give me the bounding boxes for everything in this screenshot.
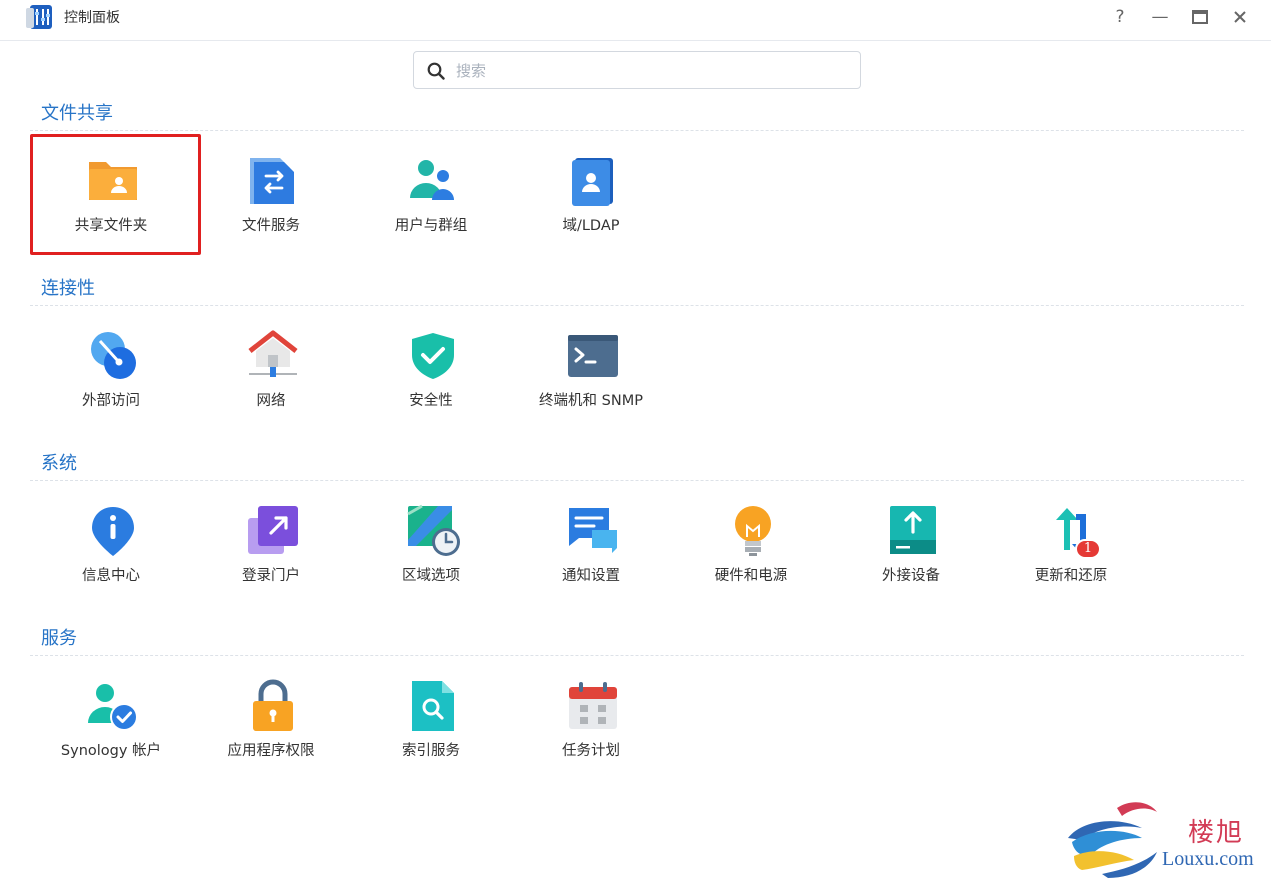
- item-label: 网络: [256, 393, 286, 409]
- item-label: 安全性: [409, 393, 453, 409]
- network-item[interactable]: 网络: [191, 319, 351, 419]
- synology-account-item[interactable]: Synology 帐户: [31, 669, 191, 769]
- app-privileges-item[interactable]: 应用程序权限: [191, 669, 351, 769]
- users-icon: [410, 160, 454, 200]
- domain-ldap-item[interactable]: 域/LDAP: [511, 144, 671, 244]
- section-title-system: 系统: [41, 453, 77, 474]
- file-transfer-icon: [250, 158, 294, 204]
- section-divider: [30, 655, 1244, 656]
- help-button[interactable]: ?: [1106, 4, 1134, 30]
- title-bar: 控制面板 ? —: [0, 0, 1271, 41]
- light-bulb-icon: [735, 506, 771, 556]
- portal-arrow-icon: [248, 506, 298, 554]
- info-pin-icon: [92, 507, 134, 556]
- update-restore-item[interactable]: 1 更新和还原: [991, 494, 1151, 594]
- watermark-cn: 楼旭: [1188, 818, 1245, 848]
- section-divider: [30, 305, 1244, 306]
- maximize-icon: [1192, 10, 1208, 24]
- address-book-icon: [572, 158, 613, 206]
- task-scheduler-item[interactable]: 任务计划: [511, 669, 671, 769]
- item-label: 终端机和 SNMP: [539, 393, 643, 409]
- login-portal-item[interactable]: 登录门户: [191, 494, 351, 594]
- close-button[interactable]: [1226, 4, 1254, 30]
- calendar-icon: [569, 682, 617, 729]
- item-label: Synology 帐户: [60, 743, 162, 759]
- security-item[interactable]: 安全性: [351, 319, 511, 419]
- item-label: 更新和还原: [1034, 568, 1108, 584]
- regional-options-item[interactable]: 区域选项: [351, 494, 511, 594]
- item-label: 文件服务: [242, 218, 300, 234]
- external-access-item[interactable]: 外部访问: [31, 319, 191, 419]
- users-groups-item[interactable]: 用户与群组: [351, 144, 511, 244]
- shield-check-icon: [412, 333, 454, 379]
- search-input[interactable]: [454, 58, 848, 84]
- section-title-connectivity: 连接性: [41, 278, 95, 299]
- watermark-en: Louxu.com: [1162, 848, 1254, 870]
- search-icon: [427, 62, 445, 80]
- section-divider: [30, 480, 1244, 481]
- item-label: 域/LDAP: [562, 218, 620, 234]
- watermark-logo: [1068, 802, 1157, 878]
- padlock-icon: [253, 679, 293, 731]
- terminal-snmp-item[interactable]: 终端机和 SNMP: [511, 319, 671, 419]
- upload-drive-icon: [890, 506, 936, 554]
- section-title-services: 服务: [41, 628, 77, 649]
- notification-item[interactable]: 通知设置: [511, 494, 671, 594]
- minimize-button[interactable]: —: [1146, 4, 1174, 30]
- info-center-item[interactable]: 信息中心: [31, 494, 191, 594]
- item-label: 通知设置: [562, 568, 620, 584]
- terminal-icon: [568, 335, 618, 377]
- item-label: 登录门户: [242, 568, 300, 584]
- control-panel-app-icon: [26, 5, 52, 29]
- file-services-item[interactable]: 文件服务: [191, 144, 351, 244]
- section-divider: [30, 130, 1244, 131]
- house-network-icon: [248, 330, 298, 377]
- item-label: 信息中心: [82, 568, 140, 584]
- user-check-icon: [88, 684, 138, 731]
- item-label: 索引服务: [402, 743, 460, 759]
- hardware-power-item[interactable]: 硬件和电源: [671, 494, 831, 594]
- globe-icon: [91, 332, 136, 379]
- maximize-button[interactable]: [1186, 4, 1214, 30]
- external-devices-item[interactable]: 外接设备: [831, 494, 991, 594]
- item-label: 应用程序权限: [227, 743, 315, 759]
- item-label: 硬件和电源: [714, 568, 788, 584]
- chat-bubbles-icon: [569, 508, 617, 553]
- selection-highlight: [30, 134, 201, 255]
- item-label: 用户与群组: [394, 218, 468, 234]
- update-badge: 1: [1075, 539, 1101, 559]
- item-label: 区域选项: [402, 568, 460, 584]
- indexing-service-item[interactable]: 索引服务: [351, 669, 511, 769]
- map-clock-icon: [407, 504, 460, 556]
- item-label: 外接设备: [882, 568, 940, 584]
- search-box[interactable]: [413, 51, 861, 89]
- item-label: 任务计划: [562, 743, 620, 759]
- section-title-file-sharing: 文件共享: [41, 103, 113, 124]
- search-doc-icon: [412, 681, 454, 731]
- window-title: 控制面板: [64, 10, 120, 26]
- close-icon: [1234, 11, 1246, 23]
- item-label: 外部访问: [82, 393, 140, 409]
